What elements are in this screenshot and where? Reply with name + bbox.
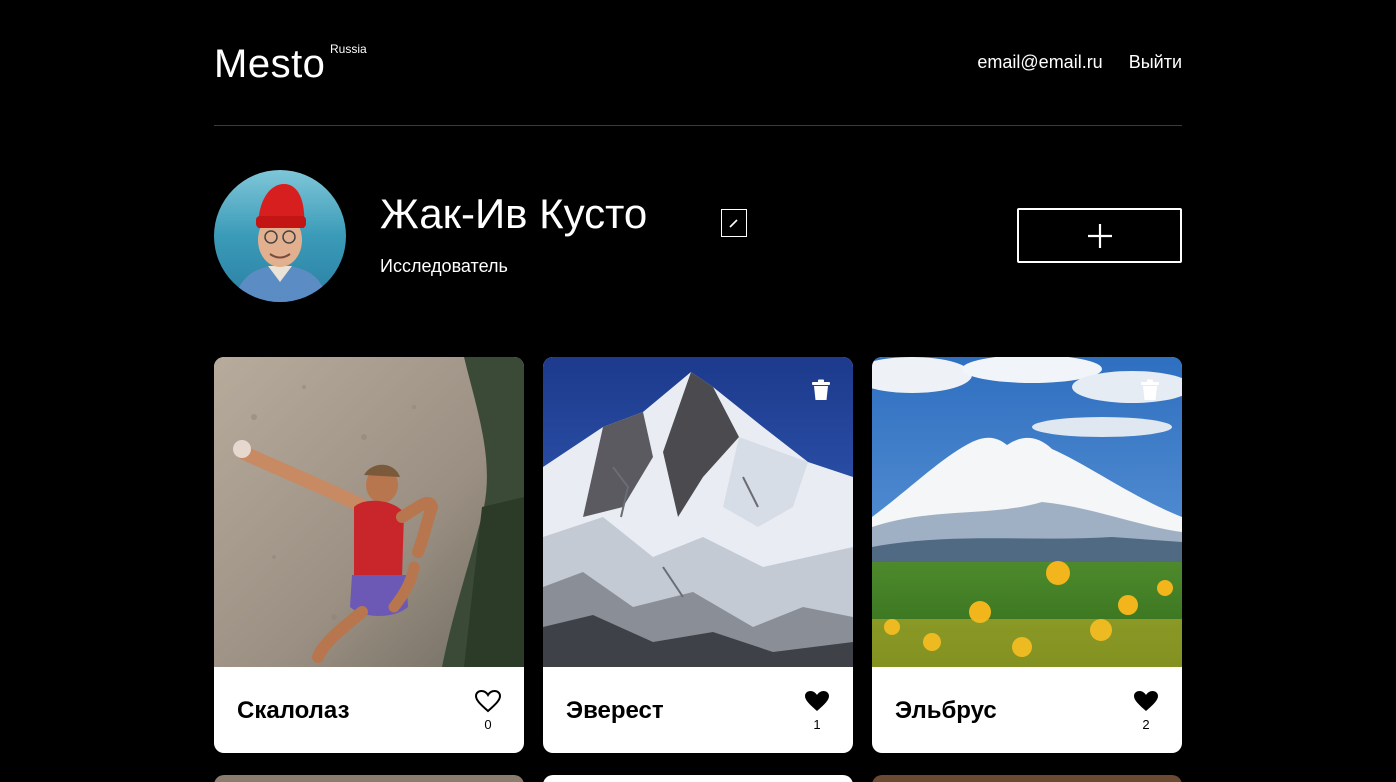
logo: Mesto Russia — [214, 42, 374, 86]
card-image[interactable] — [543, 357, 853, 667]
header-nav: email@email.ru Выйти — [977, 50, 1182, 74]
like-count: 2 — [1142, 717, 1150, 732]
logout-link[interactable]: Выйти — [1129, 50, 1182, 74]
card-footer: Эверест 1 — [543, 667, 853, 753]
heart-filled-icon — [1134, 691, 1158, 711]
card-peek — [214, 775, 524, 782]
plus-icon — [1087, 223, 1112, 248]
add-card-button[interactable] — [1017, 208, 1182, 263]
logo-text: Mesto — [214, 42, 326, 86]
card-footer: Скалолаз 0 — [214, 667, 524, 753]
card-image[interactable] — [872, 357, 1182, 667]
like-button[interactable] — [474, 689, 502, 713]
profile-name: Жак-Ив Кусто — [380, 190, 648, 237]
card-peek — [872, 775, 1182, 782]
delete-card-button[interactable] — [811, 379, 831, 401]
user-email: email@email.ru — [977, 52, 1103, 72]
card-image[interactable] — [214, 357, 524, 667]
like-count: 1 — [813, 717, 821, 732]
card: Эльбрус 2 — [872, 357, 1182, 753]
like-button[interactable] — [803, 689, 831, 713]
card: Эверест 1 — [543, 357, 853, 753]
card-title: Эверест — [566, 697, 664, 724]
profile: Жак-Ив Кусто Исследователь — [214, 170, 1182, 302]
everest-photo — [543, 357, 853, 667]
card-title: Скалолаз — [237, 697, 350, 724]
climber-photo — [214, 357, 524, 667]
card-title: Эльбрус — [895, 697, 997, 724]
avatar-image — [214, 170, 346, 302]
card-footer: Эльбрус 2 — [872, 667, 1182, 753]
edit-profile-button[interactable] — [721, 209, 747, 237]
elbrus-photo — [872, 357, 1182, 667]
pencil-icon — [729, 219, 738, 228]
trash-icon — [812, 379, 830, 400]
page: Mesto Russia email@email.ru Выйти Жак-Ив… — [214, 0, 1182, 782]
heart-outline-icon — [474, 689, 502, 713]
avatar[interactable] — [214, 170, 346, 302]
profile-job: Исследователь — [380, 256, 508, 276]
trash-icon — [1141, 379, 1159, 400]
like-button[interactable] — [1132, 689, 1160, 713]
delete-card-button[interactable] — [1140, 379, 1160, 401]
card-peek — [543, 775, 853, 782]
logo-superscript: Russia — [330, 42, 367, 56]
header: Mesto Russia email@email.ru Выйти — [214, 0, 1182, 126]
like-count: 0 — [484, 717, 492, 732]
card: Скалолаз 0 — [214, 357, 524, 753]
heart-filled-icon — [805, 691, 829, 711]
